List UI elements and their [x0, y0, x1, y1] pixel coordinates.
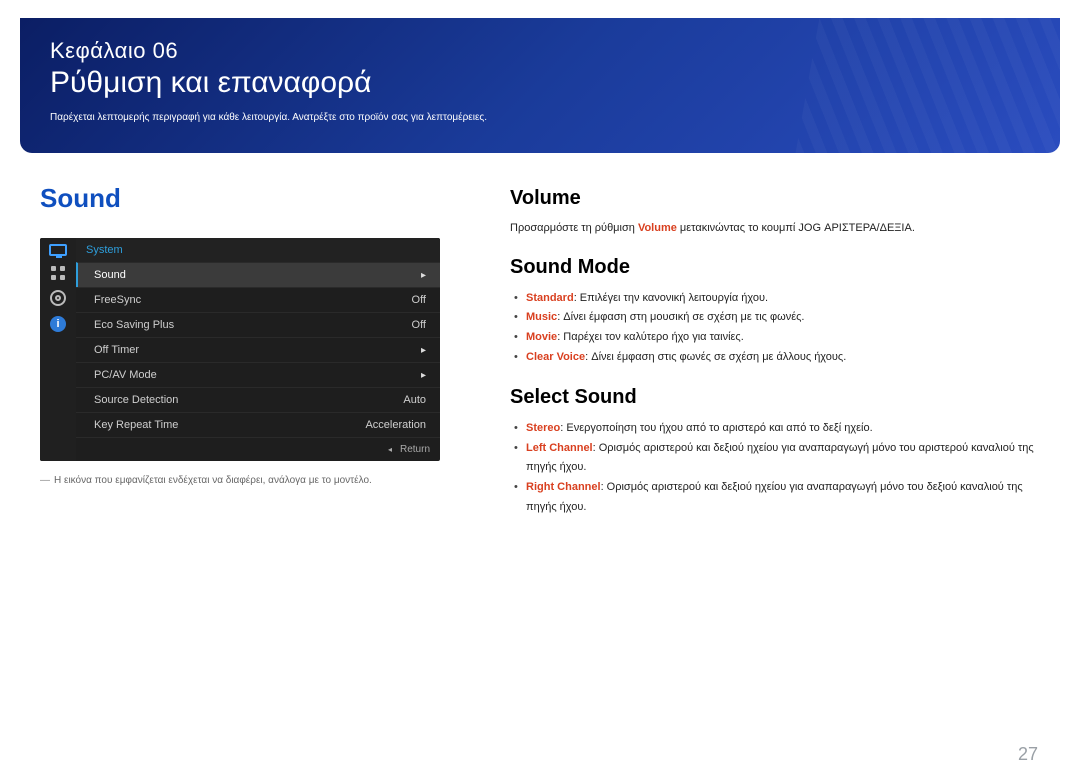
page-number: 27	[1018, 744, 1038, 765]
volume-heading: Volume	[510, 187, 1040, 210]
osd-row-pcav[interactable]: PC/AV Mode ▸	[76, 362, 440, 387]
list-item: Clear Voice: Δίνει έμφαση στις φωνές σε …	[514, 348, 1040, 368]
chevron-right-icon: ▸	[421, 345, 426, 356]
list-item: Music: Δίνει έμφαση στη μουσική σε σχέση…	[514, 308, 1040, 328]
osd-row-label: Eco Saving Plus	[94, 319, 174, 331]
soundmode-list: Standard: Επιλέγει την κανονική λειτουργ…	[510, 289, 1040, 368]
osd-row-value: Off	[412, 294, 426, 306]
volume-text: Προσαρμόστε τη ρύθμιση Volume μετακινώντ…	[510, 220, 1040, 238]
osd-row-label: Source Detection	[94, 394, 178, 406]
chevron-right-icon: ▸	[421, 270, 426, 281]
list-item: Left Channel: Ορισμός αριστερού και δεξι…	[514, 439, 1040, 479]
osd-list: System Sound ▸ FreeSync Off Eco Saving P…	[76, 238, 440, 461]
gear-icon	[50, 290, 66, 306]
osd-row-offtimer[interactable]: Off Timer ▸	[76, 337, 440, 362]
osd-row-value: Auto	[403, 394, 426, 406]
image-footnote: Η εικόνα που εμφανίζεται ενδέχεται να δι…	[40, 475, 480, 486]
osd-row-label: Sound	[94, 269, 126, 281]
osd-row-label: Off Timer	[94, 344, 139, 356]
chevron-left-icon: ◂	[388, 445, 392, 454]
soundmode-heading: Sound Mode	[510, 256, 1040, 279]
osd-row-sound[interactable]: Sound ▸	[76, 262, 440, 287]
osd-row-keyrepeat[interactable]: Key Repeat Time Acceleration	[76, 412, 440, 437]
chapter-label: Κεφάλαιο 06	[50, 38, 1030, 64]
osd-return-label[interactable]: Return	[400, 444, 430, 455]
osd-row-source[interactable]: Source Detection Auto	[76, 387, 440, 412]
monitor-icon	[49, 244, 67, 256]
osd-row-label: PC/AV Mode	[94, 369, 157, 381]
list-item: Stereo: Ενεργοποίηση του ήχου από το αρι…	[514, 419, 1040, 439]
grid-icon	[51, 266, 65, 280]
list-item: Movie: Παρέχει τον καλύτερο ήχο για ταιν…	[514, 328, 1040, 348]
osd-header: System	[76, 238, 440, 262]
selectsound-list: Stereo: Ενεργοποίηση του ήχου από το αρι…	[510, 419, 1040, 518]
selectsound-heading: Select Sound	[510, 386, 1040, 409]
osd-row-eco[interactable]: Eco Saving Plus Off	[76, 312, 440, 337]
osd-menu: i System Sound ▸ FreeSync Off Eco Saving…	[40, 238, 440, 461]
chapter-banner: Κεφάλαιο 06 Ρύθμιση και επαναφορά Παρέχε…	[20, 18, 1060, 153]
osd-footer: ◂ Return	[76, 437, 440, 461]
osd-row-value: Acceleration	[365, 419, 426, 431]
chapter-subtitle: Παρέχεται λεπτομερής περιγραφή για κάθε …	[50, 112, 1030, 123]
osd-row-freesync[interactable]: FreeSync Off	[76, 287, 440, 312]
list-item: Standard: Επιλέγει την κανονική λειτουργ…	[514, 289, 1040, 309]
info-icon: i	[50, 316, 66, 332]
osd-row-label: Key Repeat Time	[94, 419, 178, 431]
osd-row-label: FreeSync	[94, 294, 141, 306]
section-sound-heading: Sound	[40, 183, 480, 214]
chevron-right-icon: ▸	[421, 370, 426, 381]
osd-sidebar: i	[40, 238, 76, 461]
list-item: Right Channel: Ορισμός αριστερού και δεξ…	[514, 478, 1040, 518]
chapter-title: Ρύθμιση και επαναφορά	[50, 66, 1030, 100]
osd-row-value: Off	[412, 319, 426, 331]
